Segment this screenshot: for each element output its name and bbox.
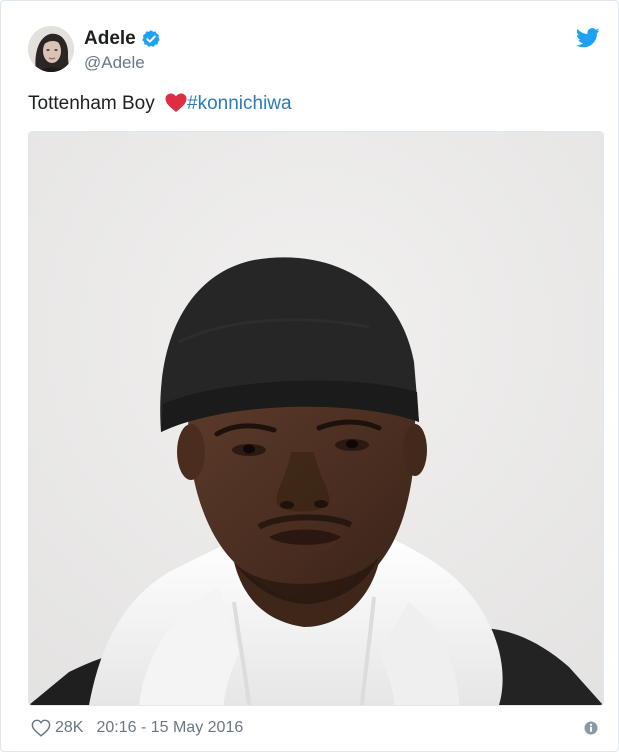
verified-badge-icon bbox=[142, 30, 160, 47]
tweet-header: Adele @Adele bbox=[28, 26, 600, 74]
tweet-text: Tottenham Boy #konnichiwa bbox=[28, 91, 292, 117]
user-handle[interactable]: @Adele bbox=[84, 53, 161, 73]
red-heart-emoji-icon bbox=[165, 93, 187, 112]
name-row: Adele bbox=[84, 28, 161, 50]
tweet-text-body: Tottenham Boy bbox=[28, 93, 161, 114]
portrait-photo bbox=[29, 132, 603, 705]
tweet-footer: 28K 20:16 - 15 May 2016 bbox=[31, 717, 598, 739]
info-icon[interactable] bbox=[584, 721, 598, 735]
heart-outline-icon[interactable] bbox=[31, 719, 51, 737]
avatar[interactable] bbox=[28, 26, 74, 72]
like-count[interactable]: 28K bbox=[55, 719, 83, 737]
tweet-photo[interactable] bbox=[28, 131, 604, 706]
user-info: Adele @Adele bbox=[84, 28, 161, 73]
tweet-timestamp[interactable]: 20:16 - 15 May 2016 bbox=[96, 719, 243, 737]
twitter-bird-icon[interactable] bbox=[576, 28, 600, 48]
display-name[interactable]: Adele bbox=[84, 28, 136, 50]
hashtag-link[interactable]: #konnichiwa bbox=[187, 93, 292, 114]
embedded-tweet: Adele @Adele Tottenham Boy #konnichiwa 2… bbox=[0, 0, 619, 752]
